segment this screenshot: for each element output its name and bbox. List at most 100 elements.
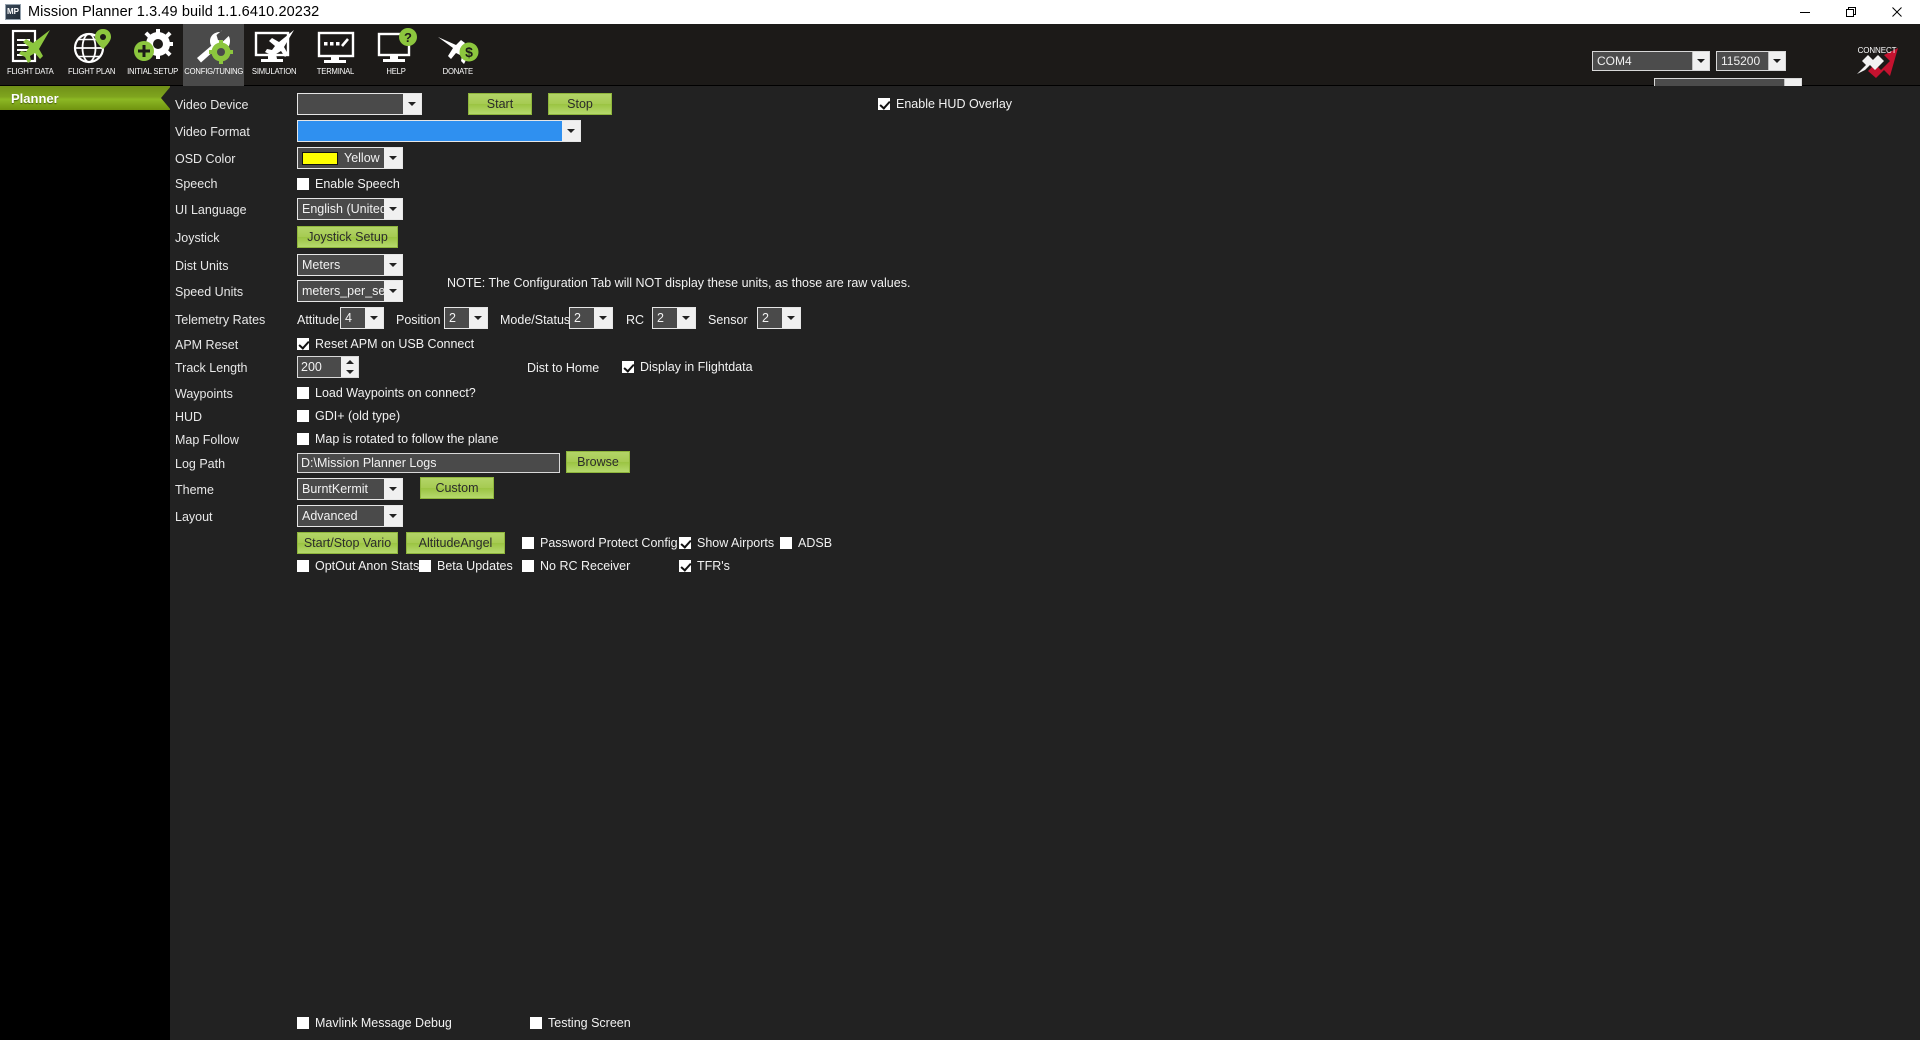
stepper-down-icon[interactable]	[341, 367, 358, 377]
no-rc-receiver-checkbox[interactable]: No RC Receiver	[522, 559, 630, 573]
beta-updates-checkbox[interactable]: Beta Updates	[419, 559, 513, 573]
label-layout: Layout	[175, 510, 213, 524]
sensor-rate-value: 2	[762, 311, 769, 325]
start-stop-vario-button[interactable]: Start/Stop Vario	[297, 532, 398, 554]
dist-units-select[interactable]: Meters	[297, 254, 403, 276]
map-rotate-follow-checkbox[interactable]: Map is rotated to follow the plane	[297, 432, 498, 446]
label-telemetry-rates: Telemetry Rates	[175, 313, 266, 327]
title-bar: MP Mission Planner 1.3.49 build 1.1.6410…	[0, 0, 1920, 24]
label-hud: HUD	[175, 410, 203, 424]
mode-status-rate-select[interactable]: 2	[569, 307, 613, 329]
subtab-planner[interactable]: Planner	[0, 86, 171, 110]
nav-label: FLIGHT DATA	[7, 67, 54, 76]
gdi-plus-checkbox[interactable]: GDI+ (old type)	[297, 409, 400, 423]
stepper-up-icon[interactable]	[341, 357, 358, 367]
position-rate-select[interactable]: 2	[444, 307, 488, 329]
ui-language-select[interactable]: English (United States)	[297, 198, 403, 220]
comport-value: COM4	[1597, 54, 1632, 68]
chevron-down-icon[interactable]	[384, 479, 402, 499]
minimize-icon[interactable]	[1782, 0, 1828, 24]
nav-item-config-tuning[interactable]: CONFIG/TUNING	[183, 24, 244, 86]
subtab-planner-label: Planner	[11, 90, 59, 106]
track-length-stepper[interactable]: 200	[297, 356, 359, 378]
chevron-down-icon[interactable]	[384, 255, 402, 275]
nav-item-donate[interactable]: $ DONATE	[427, 24, 488, 86]
password-protect-config-checkbox[interactable]: Password Protect Config	[522, 536, 678, 550]
theme-custom-button[interactable]: Custom	[420, 477, 494, 499]
altitude-angel-button[interactable]: AltitudeAngel	[406, 532, 505, 554]
comport-select[interactable]: COM4	[1592, 51, 1710, 71]
nav-item-help[interactable]: ? HELP	[366, 24, 427, 86]
stepper-buttons[interactable]	[341, 357, 358, 377]
nav-item-flight-plan[interactable]: FLIGHT PLAN	[61, 24, 122, 86]
checkbox-box	[297, 560, 309, 572]
log-path-input[interactable]: D:\Mission Planner Logs	[297, 453, 560, 473]
rc-rate-value: 2	[657, 311, 664, 325]
maximize-icon[interactable]	[1828, 0, 1874, 24]
log-path-browse-button[interactable]: Browse	[566, 451, 630, 473]
nav-item-terminal[interactable]: TERMINAL	[305, 24, 366, 86]
joystick-setup-button[interactable]: Joystick Setup	[297, 226, 398, 248]
connect-label: CONNECT	[1857, 46, 1897, 55]
config-planner-panel: Video Device Start Stop Enable HUD Overl…	[170, 86, 1920, 1040]
chevron-down-icon[interactable]	[365, 308, 383, 328]
video-format-select[interactable]	[297, 120, 581, 142]
checkbox-box	[297, 1017, 309, 1029]
help-icon: ?	[371, 27, 423, 67]
video-start-button[interactable]: Start	[468, 93, 532, 115]
sensor-rate-select[interactable]: 2	[757, 307, 801, 329]
video-device-select[interactable]	[297, 93, 422, 115]
video-stop-button[interactable]: Stop	[548, 93, 612, 115]
chevron-down-icon[interactable]	[469, 308, 487, 328]
chevron-down-icon[interactable]	[384, 281, 402, 301]
chevron-down-icon[interactable]	[677, 308, 695, 328]
checkbox-label: Enable HUD Overlay	[896, 97, 1013, 111]
checkbox-label: No RC Receiver	[540, 559, 631, 573]
theme-select[interactable]: BurntKermit	[297, 478, 403, 500]
app-icon: MP	[5, 4, 21, 20]
show-airports-checkbox[interactable]: Show Airports	[679, 536, 774, 550]
close-icon[interactable]	[1874, 0, 1920, 24]
dist-units-value: Meters	[302, 258, 341, 272]
nav-item-simulation[interactable]: SIMULATION	[244, 24, 305, 86]
osd-color-value: Yellow	[344, 151, 380, 165]
baudrate-select[interactable]: 115200	[1716, 51, 1786, 71]
chevron-down-icon[interactable]	[562, 121, 580, 141]
tfr-checkbox[interactable]: TFR's	[679, 559, 730, 573]
nav-item-flight-data[interactable]: FLIGHT DATA	[0, 24, 61, 86]
label-track-length: Track Length	[175, 361, 248, 375]
nav-label: TERMINAL	[316, 67, 355, 76]
checkbox-box	[297, 410, 309, 422]
chevron-down-icon[interactable]	[384, 148, 402, 168]
adsb-checkbox[interactable]: ADSB	[780, 536, 832, 550]
chevron-down-icon[interactable]	[1768, 52, 1785, 70]
rc-rate-select[interactable]: 2	[652, 307, 696, 329]
attitude-rate-select[interactable]: 4	[340, 307, 384, 329]
enable-speech-checkbox[interactable]: Enable Speech	[297, 177, 400, 191]
chevron-down-icon[interactable]	[384, 506, 402, 526]
enable-hud-overlay-checkbox[interactable]: Enable HUD Overlay	[878, 97, 1012, 111]
connect-button[interactable]: CONNECT	[1846, 46, 1908, 78]
chevron-down-icon[interactable]	[594, 308, 612, 328]
checkbox-label: OptOut Anon Stats	[315, 559, 420, 573]
osd-color-swatch	[302, 151, 338, 165]
layout-select[interactable]: Advanced	[297, 505, 403, 527]
load-waypoints-checkbox[interactable]: Load Waypoints on connect?	[297, 386, 476, 400]
checkbox-box	[622, 361, 634, 373]
baudrate-value: 115200	[1721, 54, 1761, 68]
osd-color-select[interactable]: Yellow	[297, 147, 403, 169]
chevron-down-icon[interactable]	[782, 308, 800, 328]
speed-units-select[interactable]: meters_per_second	[297, 280, 403, 302]
mavlink-message-debug-checkbox[interactable]: Mavlink Message Debug	[297, 1016, 452, 1030]
display-in-flightdata-checkbox[interactable]: Display in Flightdata	[622, 360, 753, 374]
nav-item-initial-setup[interactable]: INITIAL SETUP	[122, 24, 183, 86]
chevron-down-icon[interactable]	[403, 94, 421, 114]
label-dist-to-home: Dist to Home	[527, 361, 600, 375]
chevron-down-icon[interactable]	[1692, 52, 1709, 70]
checkbox-label: Enable Speech	[315, 177, 400, 191]
testing-screen-checkbox[interactable]: Testing Screen	[530, 1016, 631, 1030]
chevron-down-icon[interactable]	[384, 199, 402, 219]
reset-apm-checkbox[interactable]: Reset APM on USB Connect	[297, 337, 474, 351]
label-dist-units: Dist Units	[175, 259, 229, 273]
optout-anon-stats-checkbox[interactable]: OptOut Anon Stats	[297, 559, 419, 573]
